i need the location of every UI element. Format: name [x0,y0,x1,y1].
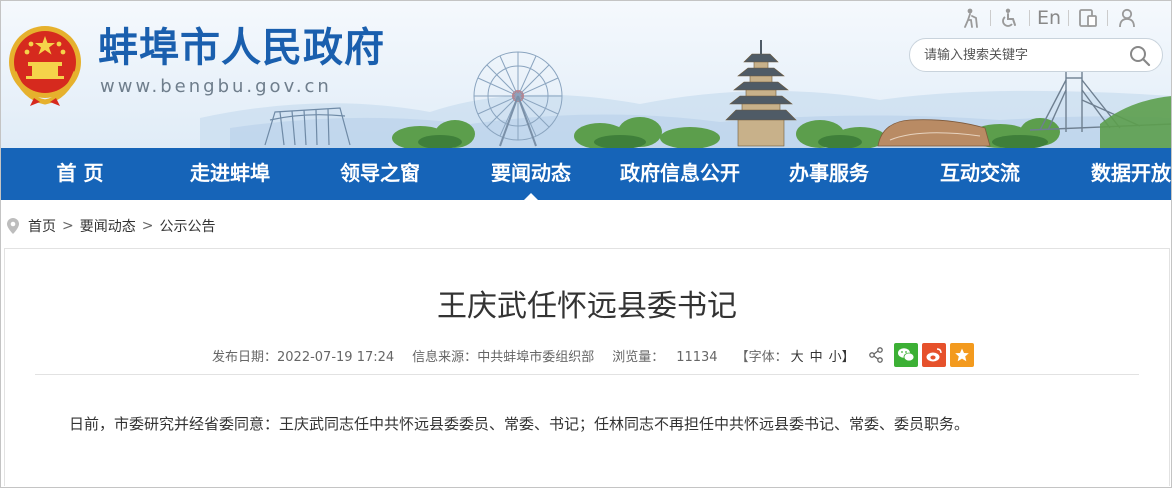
info-source: 信息来源：中共蚌埠市委组织部 [412,346,594,365]
elderly-mode-icon[interactable] [952,4,990,32]
breadcrumb-announcements[interactable]: 公示公告 [159,216,215,236]
nav-item-home[interactable]: 首 页 [30,148,130,200]
nav-item-news[interactable]: 要闻动态 [476,148,586,200]
weibo-icon [926,348,942,362]
meta-divider [35,374,1139,375]
wechat-share-button[interactable] [893,343,918,367]
share-icon[interactable] [868,347,884,363]
publish-date-label: 发布日期： [212,349,278,365]
publish-date-value: 2022-07-19 17:24 [277,349,395,365]
site-title[interactable]: 蚌埠市人民政府 [98,26,385,70]
accessibility-icon[interactable] [991,4,1029,32]
nav-item-services[interactable]: 办事服务 [774,148,884,200]
national-emblem-logo [9,26,81,106]
article-panel: 王庆武任怀远县委书记 发布日期：2022-07-19 17:24 信息来源：中共… [4,248,1170,486]
breadcrumb: 首页 > 要闻动态 > 公示公告 [6,216,215,236]
star-icon [954,348,969,362]
font-size-medium[interactable]: 中 [810,350,823,365]
breadcrumb-news[interactable]: 要闻动态 [80,216,136,236]
font-size-small[interactable]: 小】 [829,350,855,365]
site-header: 蚌埠市人民政府 www.bengbu.gov.cn En [0,0,1172,148]
breadcrumb-separator: > [141,218,154,234]
font-size-switcher: 【字体：大中小】 [736,346,858,365]
font-size-label: 【字体： [735,349,788,365]
favorite-button[interactable] [949,343,974,367]
source-value: 中共蚌埠市委组织部 [477,349,595,365]
views-value: 11134 [676,349,718,365]
wechat-icon [897,348,915,362]
article-title: 王庆武任怀远县委书记 [437,289,737,324]
main-nav: 首 页 走进蚌埠 领导之窗 要闻动态 政府信息公开 办事服务 互动交流 数据开放 [0,148,1172,200]
english-version-link[interactable]: En [1030,4,1068,32]
breadcrumb-separator: > [62,218,74,234]
search-icon[interactable] [1128,44,1152,68]
view-count: 浏览量： 11134 [612,346,717,365]
location-pin-icon [7,218,19,234]
nav-item-open-data[interactable]: 数据开放 [1076,148,1172,200]
publish-date: 发布日期：2022-07-19 17:24 [212,346,394,365]
font-size-large[interactable]: 大 [791,350,804,365]
search-input[interactable] [924,39,1124,71]
header-tools: En [952,4,1146,32]
user-icon[interactable] [1108,4,1146,32]
views-label: 浏览量： [612,349,665,365]
search-box [909,38,1163,72]
source-label: 信息来源： [412,349,478,365]
meta-row: 发布日期：2022-07-19 17:24 信息来源：中共蚌埠市委组织部 浏览量… [212,343,974,367]
nav-item-about-bengbu[interactable]: 走进蚌埠 [175,148,285,200]
nav-item-interaction[interactable]: 互动交流 [925,148,1035,200]
nav-item-gov-info[interactable]: 政府信息公开 [607,148,753,200]
mobile-icon[interactable] [1069,4,1107,32]
nav-item-leaders[interactable]: 领导之窗 [325,148,435,200]
article-meta: 发布日期：2022-07-19 17:24 信息来源：中共蚌埠市委组织部 浏览量… [5,341,1169,369]
weibo-share-button[interactable] [921,343,946,367]
article-body: 日前，市委研究并经省委同意：王庆武同志任中共怀远县委委员、常委、书记；任林同志不… [69,415,970,433]
breadcrumb-home[interactable]: 首页 [28,216,56,236]
site-domain: www.bengbu.gov.cn [100,76,332,97]
